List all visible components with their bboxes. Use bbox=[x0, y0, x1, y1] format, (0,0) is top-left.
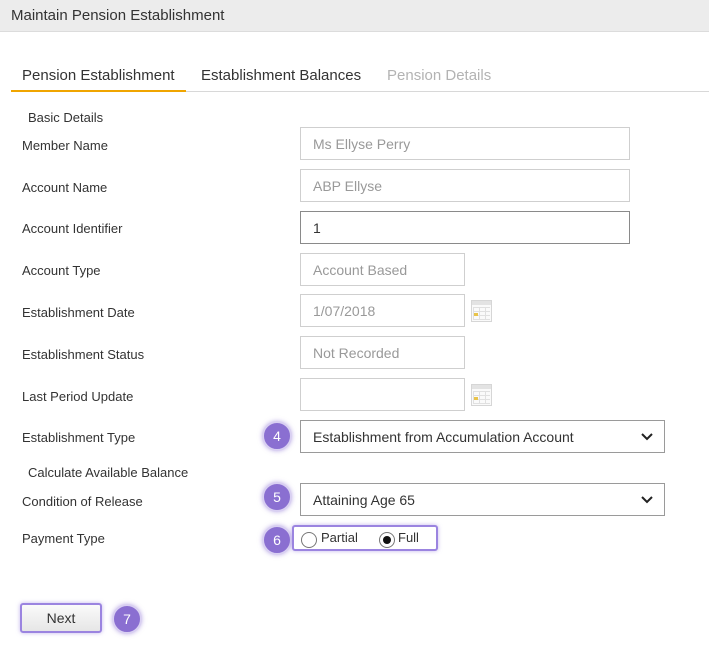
member-name-label: Member Name bbox=[22, 138, 108, 153]
payment-type-full-radio[interactable] bbox=[379, 532, 395, 548]
condition-of-release-label: Condition of Release bbox=[22, 494, 143, 509]
next-button[interactable]: Next bbox=[20, 603, 102, 633]
chevron-down-icon bbox=[641, 433, 653, 441]
condition-of-release-value: Attaining Age 65 bbox=[313, 492, 415, 508]
establishment-status-label: Establishment Status bbox=[22, 347, 145, 362]
step-marker-6: 6 bbox=[262, 525, 292, 555]
section-calculate-available-balance: Calculate Available Balance bbox=[28, 465, 189, 480]
chevron-down-icon bbox=[641, 496, 653, 504]
account-type-field: Account Based bbox=[300, 253, 465, 286]
last-period-update-label: Last Period Update bbox=[22, 389, 134, 404]
window-title: Maintain Pension Establishment bbox=[11, 7, 225, 24]
step-marker-5: 5 bbox=[262, 482, 292, 512]
payment-type-partial-label: Partial bbox=[321, 530, 358, 545]
account-identifier-input[interactable]: 1 bbox=[300, 211, 630, 244]
payment-type-label: Payment Type bbox=[22, 531, 105, 546]
section-basic-details: Basic Details bbox=[28, 110, 104, 125]
establishment-date-label: Establishment Date bbox=[22, 305, 135, 320]
establishment-type-value: Establishment from Accumulation Account bbox=[313, 429, 574, 445]
window-titlebar: Maintain Pension Establishment bbox=[0, 0, 709, 32]
step-marker-4: 4 bbox=[262, 421, 292, 451]
calendar-icon[interactable] bbox=[471, 300, 492, 322]
condition-of-release-select[interactable]: Attaining Age 65 bbox=[300, 483, 665, 516]
establishment-type-select[interactable]: Establishment from Accumulation Account bbox=[300, 420, 665, 453]
account-identifier-label: Account Identifier bbox=[22, 221, 123, 236]
tab-establishment-balances[interactable]: Establishment Balances bbox=[190, 67, 372, 92]
account-type-label: Account Type bbox=[22, 263, 101, 278]
member-name-field: Ms Ellyse Perry bbox=[300, 127, 630, 160]
account-name-label: Account Name bbox=[22, 180, 108, 195]
tab-pension-establishment[interactable]: Pension Establishment bbox=[11, 67, 186, 92]
payment-type-partial-radio[interactable] bbox=[301, 532, 317, 548]
establishment-date-field: 1/07/2018 bbox=[300, 294, 465, 327]
payment-type-full-label: Full bbox=[398, 530, 419, 545]
last-period-update-field bbox=[300, 378, 465, 411]
establishment-type-label: Establishment Type bbox=[22, 430, 136, 445]
account-name-field: ABP Ellyse bbox=[300, 169, 630, 202]
establishment-status-field: Not Recorded bbox=[300, 336, 465, 369]
tab-bar: Pension Establishment Establishment Bala… bbox=[11, 62, 709, 92]
step-marker-7: 7 bbox=[112, 604, 142, 634]
calendar-icon[interactable] bbox=[471, 384, 492, 406]
tab-pension-details: Pension Details bbox=[387, 67, 492, 84]
payment-type-radio-group: Partial Full bbox=[292, 525, 438, 551]
